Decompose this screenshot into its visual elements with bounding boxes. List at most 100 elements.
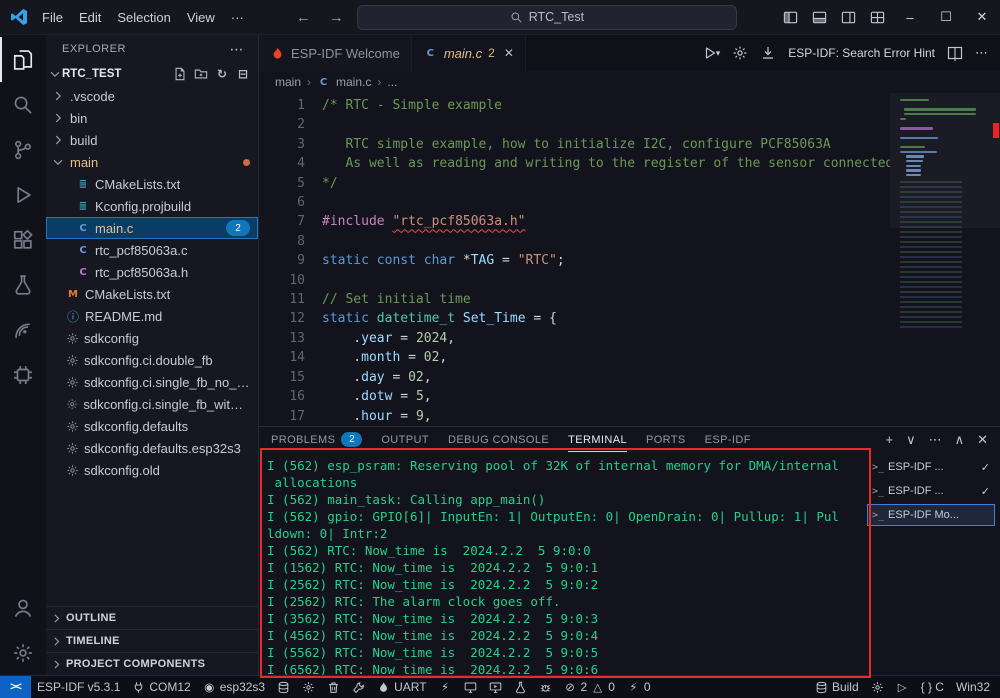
language-mode[interactable]: { } C [915, 676, 950, 698]
menu-view[interactable]: View [179, 7, 223, 28]
editor-more-icon[interactable]: ⋯ [975, 45, 988, 61]
tree-item-Kconfig.projbuild[interactable]: ≣Kconfig.projbuild [46, 195, 258, 217]
unit-test[interactable] [508, 676, 533, 698]
build-flash-monitor[interactable] [483, 676, 508, 698]
flash-method[interactable]: UART [371, 676, 432, 698]
menu-file[interactable]: File [34, 7, 71, 28]
tree-item-sdkconfig.defaults[interactable]: sdkconfig.defaults [46, 415, 258, 437]
panel-tab-ports[interactable]: PORTS [646, 427, 686, 452]
tree-item-main.c[interactable]: Cmain.c2 [46, 217, 258, 239]
build-folder[interactable] [271, 676, 296, 698]
download-icon[interactable] [760, 45, 776, 61]
close-tab-icon[interactable]: ✕ [504, 46, 514, 60]
tree-item-sdkconfig.ci.single_fb_no_bb[interactable]: sdkconfig.ci.single_fb_no_bb [46, 371, 258, 393]
minimize-button[interactable]: – [892, 0, 928, 34]
remote-indicator[interactable]: >< [0, 676, 31, 698]
tab-main.c[interactable]: Cmain.c2✕ [412, 35, 526, 71]
terminal-output[interactable]: I (562) esp_psram: Reserving pool of 32K… [259, 452, 868, 675]
menu-edit[interactable]: Edit [71, 7, 109, 28]
activity-extensions-icon[interactable] [0, 217, 46, 262]
flash[interactable]: ⚡ [433, 676, 458, 698]
layout-panel-icon[interactable] [805, 0, 834, 34]
panel-tab-problems[interactable]: PROBLEMS2 [271, 427, 362, 452]
code-editor[interactable]: 1/* RTC - Simple example2 3 RTC simple e… [259, 93, 890, 426]
close-icon[interactable]: ✕ [977, 432, 988, 448]
problems-status[interactable]: ⊘2△0 [558, 676, 621, 698]
new-file-icon[interactable] [173, 67, 187, 81]
activity-esp-idf-explorer-icon[interactable] [0, 352, 46, 397]
serial-port[interactable]: COM12 [126, 676, 196, 698]
tree-item-.vscode[interactable]: .vscode [46, 85, 258, 107]
tree-item-main[interactable]: main [46, 151, 258, 173]
tree-item-rtc_pcf85063a.c[interactable]: Crtc_pcf85063a.c [46, 239, 258, 261]
activity-source-control-icon[interactable] [0, 127, 46, 172]
tree-item-sdkconfig.ci.single_fb_with_bb[interactable]: sdkconfig.ci.single_fb_with_bb [46, 393, 258, 415]
explorer-root[interactable]: RTC_TEST ↻⊟ [46, 63, 258, 85]
build-task[interactable]: Build [809, 676, 865, 698]
refresh-icon[interactable]: ↻ [215, 67, 229, 81]
chevron-up-icon[interactable]: ∧ [955, 432, 965, 448]
activity-search-icon[interactable] [0, 82, 46, 127]
settings-status[interactable] [865, 676, 890, 698]
panel-tab-output[interactable]: OUTPUT [381, 427, 429, 452]
activity-explorer-icon[interactable] [0, 37, 46, 82]
chevron-down-icon[interactable]: ∨ [906, 432, 916, 448]
tree-item-README.md[interactable]: ⓘREADME.md [46, 305, 258, 327]
debug-status[interactable] [533, 676, 558, 698]
breadcrumb-item[interactable]: main.c [336, 75, 371, 89]
activity-testing-flask-icon[interactable] [0, 262, 46, 307]
layout-sidebar-icon[interactable] [776, 0, 805, 34]
tree-item-sdkconfig.ci.double_fb[interactable]: sdkconfig.ci.double_fb [46, 349, 258, 371]
tree-item-sdkconfig[interactable]: sdkconfig [46, 327, 258, 349]
activity-espressif-icon[interactable] [0, 307, 46, 352]
tab-ESP-IDF Welcome[interactable]: ESP-IDF Welcome [259, 35, 412, 71]
command-center[interactable]: RTC_Test [357, 5, 737, 30]
tree-item-rtc_pcf85063a.h[interactable]: Crtc_pcf85063a.h [46, 261, 258, 283]
section-outline[interactable]: OUTLINE [46, 606, 258, 629]
layout-sidebar-right-icon[interactable] [834, 0, 863, 34]
section-timeline[interactable]: TIMELINE [46, 629, 258, 652]
layout-grid-icon[interactable] [863, 0, 892, 34]
forward-icon[interactable]: → [324, 9, 349, 26]
gear-icon[interactable] [732, 45, 748, 61]
panel-tab-terminal[interactable]: TERMINAL [568, 427, 627, 452]
explorer-more-icon[interactable]: ⋯ [230, 41, 245, 58]
monitor[interactable] [458, 676, 483, 698]
panel-tab-debug-console[interactable]: DEBUG CONSOLE [448, 427, 549, 452]
menuconfig[interactable] [296, 676, 321, 698]
maximize-button[interactable]: ☐ [928, 0, 964, 34]
run-button[interactable]: ▾ [702, 45, 721, 61]
activity-account-icon[interactable] [0, 585, 46, 630]
breadcrumb-item[interactable]: main [275, 75, 301, 89]
full-clean[interactable] [321, 676, 346, 698]
terminal-session[interactable]: >_ESP-IDF ...✓ [867, 480, 995, 502]
collapse-all-icon[interactable]: ⊟ [236, 67, 250, 81]
custom-task[interactable] [346, 676, 371, 698]
breadcrumb-item[interactable]: ... [387, 75, 397, 89]
tree-item-sdkconfig.defaults.esp32s3[interactable]: sdkconfig.defaults.esp32s3 [46, 437, 258, 459]
menu-more[interactable]: ··· [223, 7, 252, 28]
section-project-components[interactable]: PROJECT COMPONENTS [46, 652, 258, 675]
panel-tab-esp-idf[interactable]: ESP-IDF [705, 427, 751, 452]
tree-item-CMakeLists.txt[interactable]: MCMakeLists.txt [46, 283, 258, 305]
platform[interactable]: Win32 [950, 676, 996, 698]
plus-icon[interactable]: + [885, 432, 893, 447]
menu-selection[interactable]: Selection [109, 7, 178, 28]
launch[interactable]: ▷ [890, 676, 915, 698]
split-editor-icon[interactable] [947, 45, 963, 61]
close-button[interactable]: ✕ [964, 0, 1000, 34]
activity-run-debug-icon[interactable] [0, 172, 46, 217]
tree-item-bin[interactable]: bin [46, 107, 258, 129]
esp-idf-hint-label[interactable]: ESP-IDF: Search Error Hint [788, 46, 935, 60]
flash-count[interactable]: ⚡0 [621, 676, 657, 698]
tree-item-sdkconfig.old[interactable]: sdkconfig.old [46, 459, 258, 481]
minimap[interactable] [890, 93, 1000, 426]
terminal-session[interactable]: >_ESP-IDF ...✓ [867, 456, 995, 478]
terminal-session[interactable]: >_ESP-IDF Mo... [867, 504, 995, 526]
activity-settings-gear-icon[interactable] [0, 630, 46, 675]
back-icon[interactable]: ← [291, 9, 316, 26]
device-target[interactable]: ◉esp32s3 [197, 676, 271, 698]
tree-item-CMakeLists.txt[interactable]: ≣CMakeLists.txt [46, 173, 258, 195]
new-folder-icon[interactable] [194, 67, 208, 81]
more-icon[interactable]: ⋯ [929, 432, 942, 448]
